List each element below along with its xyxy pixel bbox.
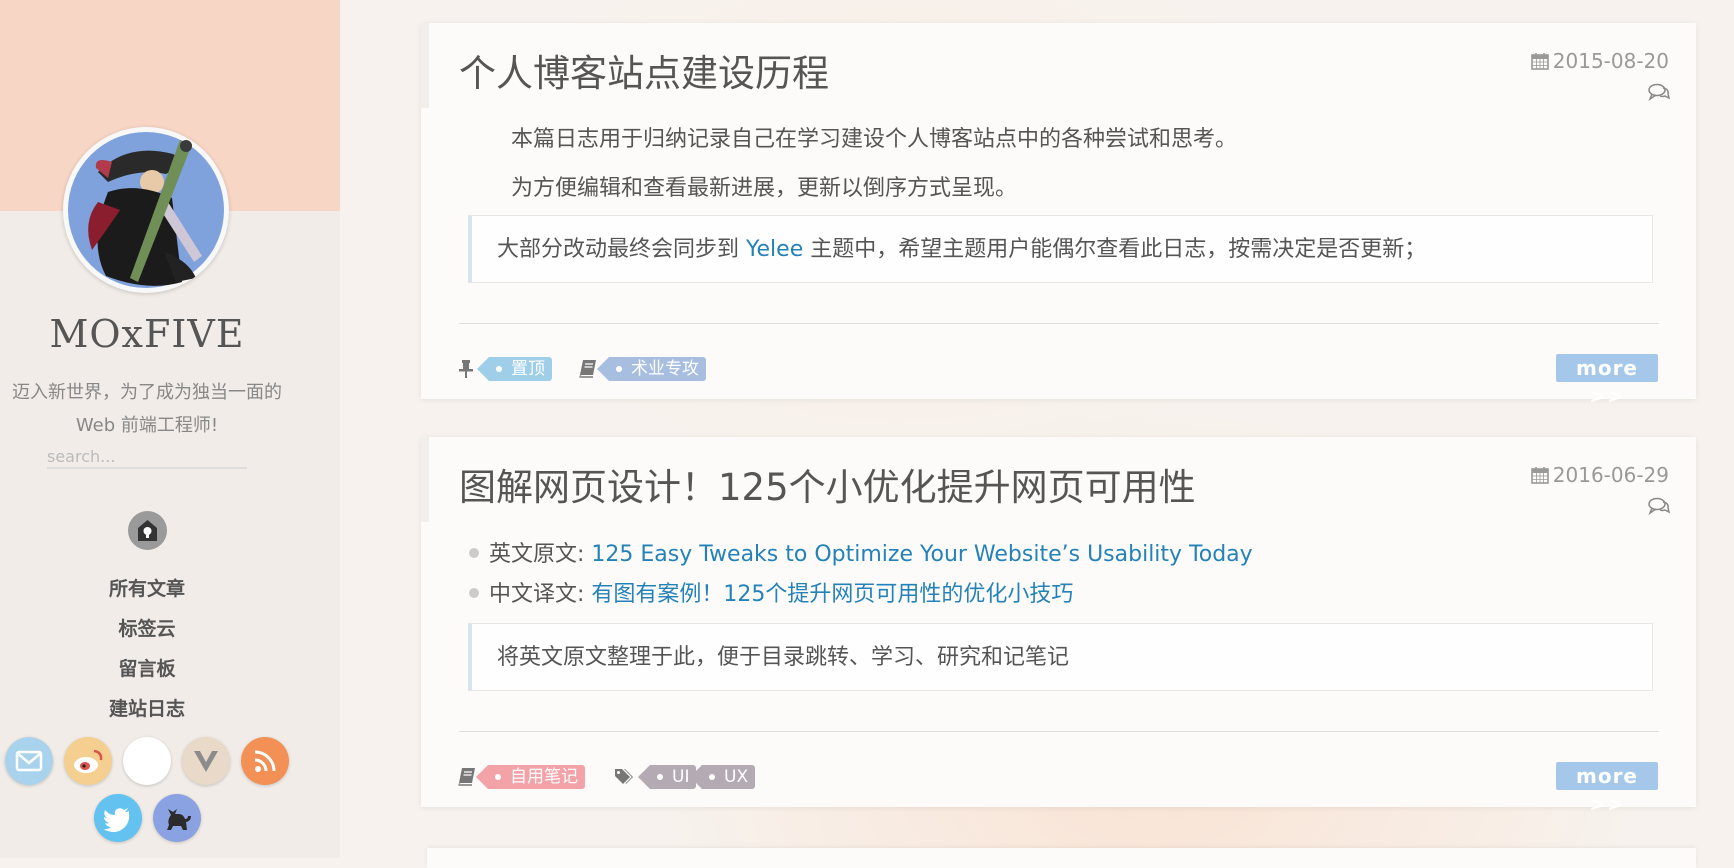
post-paragraph: 本篇日志用于归纳记录自己在学习建设个人博客站点中的各种尝试和思考。 — [511, 127, 1238, 152]
subtitle-line: 迈入新世界，为了成为独当一面的 — [12, 382, 282, 403]
weibo-icon[interactable] — [64, 737, 112, 785]
calendar-icon — [1530, 53, 1549, 70]
list-item: 中文译文: 有图有案例！125个提升网页可用性的优化小技巧 — [469, 576, 1073, 608]
more-button[interactable]: more >> — [1556, 762, 1658, 816]
post-date: 2016-06-29 — [1530, 463, 1669, 487]
github-icon[interactable] — [123, 737, 171, 785]
tags-icon — [615, 769, 633, 784]
calendar-icon — [1530, 467, 1549, 484]
tag-ux[interactable]: UX — [689, 765, 756, 789]
quote-text: 主题中，希望主题用户能偶尔查看此日志，按需决定是否更新； — [803, 237, 1427, 262]
site-subtitle: 迈入新世界，为了成为独当一面的 Web 前端工程师! — [0, 376, 294, 442]
post-blockquote: 将英文原文整理于此，便于目录跳转、学习、研究和记笔记 — [468, 623, 1653, 691]
more-button[interactable]: more >> — [1556, 354, 1658, 408]
post-blockquote: 大部分改动最终会同步到 Yelee 主题中，希望主题用户能偶尔查看此日志，按需决… — [468, 215, 1653, 283]
post-card: 个人博客站点建设历程 2015-08-20 本篇日志用于归纳记录自己在学习建设个… — [421, 23, 1696, 408]
mail-icon[interactable] — [5, 737, 53, 785]
post-card-partial — [427, 848, 1696, 868]
site-title[interactable]: MOxFIVE — [0, 312, 294, 356]
nav-guestbook[interactable]: 留言板 — [0, 654, 294, 681]
comment-icon[interactable] — [1648, 497, 1670, 515]
comment-icon[interactable] — [1648, 83, 1670, 101]
book-icon — [458, 768, 475, 786]
bullet-dot — [469, 588, 479, 598]
post-paragraph: 为方便编辑和查看最新进展，更新以倒序方式呈现。 — [511, 176, 1018, 201]
bullet-label: 英文原文: — [489, 542, 592, 567]
search-input[interactable] — [47, 445, 247, 469]
post-edge-strip — [421, 23, 429, 108]
vue-icon[interactable] — [182, 737, 230, 785]
sidebar: MOxFIVE 迈入新世界，为了成为独当一面的 Web 前端工程师! 所有文章 … — [0, 0, 340, 858]
bullet-label: 中文译文: — [489, 582, 592, 607]
nav-all-posts[interactable]: 所有文章 — [0, 574, 294, 601]
post-date-text: 2016-06-29 — [1552, 463, 1669, 487]
post-date-text: 2015-08-20 — [1552, 49, 1669, 73]
subtitle-line: Web 前端工程师! — [75, 415, 219, 436]
pin-icon — [459, 360, 473, 378]
post-edge-strip — [421, 437, 429, 522]
bullet-dot — [469, 548, 479, 558]
chinese-translation-link[interactable]: 有图有案例！125个提升网页可用性的优化小技巧 — [591, 582, 1073, 607]
post-title[interactable]: 图解网页设计！125个小优化提升网页可用性 — [459, 457, 1196, 511]
post-date: 2015-08-20 — [1530, 49, 1669, 73]
avatar[interactable] — [63, 127, 229, 293]
twitter-icon[interactable] — [94, 794, 142, 842]
rss-icon[interactable] — [241, 737, 289, 785]
post-card: 图解网页设计！125个小优化提升网页可用性 2016-06-29 英文原文: 1… — [421, 437, 1696, 816]
tag-category[interactable]: 术业专攻 — [597, 357, 706, 381]
list-item: 英文原文: 125 Easy Tweaks to Optimize Your W… — [469, 536, 1253, 568]
yelee-link[interactable]: Yelee — [746, 237, 803, 262]
book-icon — [579, 360, 596, 378]
nav-site-log[interactable]: 建站日志 — [0, 694, 294, 721]
post-divider — [459, 323, 1659, 324]
post-divider — [459, 731, 1659, 732]
tag-pinned[interactable]: 置顶 — [477, 357, 552, 381]
english-source-link[interactable]: 125 Easy Tweaks to Optimize Your Website… — [591, 542, 1252, 567]
tag-category[interactable]: 自用笔记 — [476, 765, 585, 789]
quote-text: 大部分改动最终会同步到 — [497, 237, 746, 262]
cat-icon[interactable] — [153, 794, 201, 842]
avatar-image — [68, 132, 224, 288]
home-icon[interactable] — [128, 511, 167, 550]
nav-tag-cloud[interactable]: 标签云 — [0, 614, 294, 641]
post-title[interactable]: 个人博客站点建设历程 — [459, 43, 829, 97]
